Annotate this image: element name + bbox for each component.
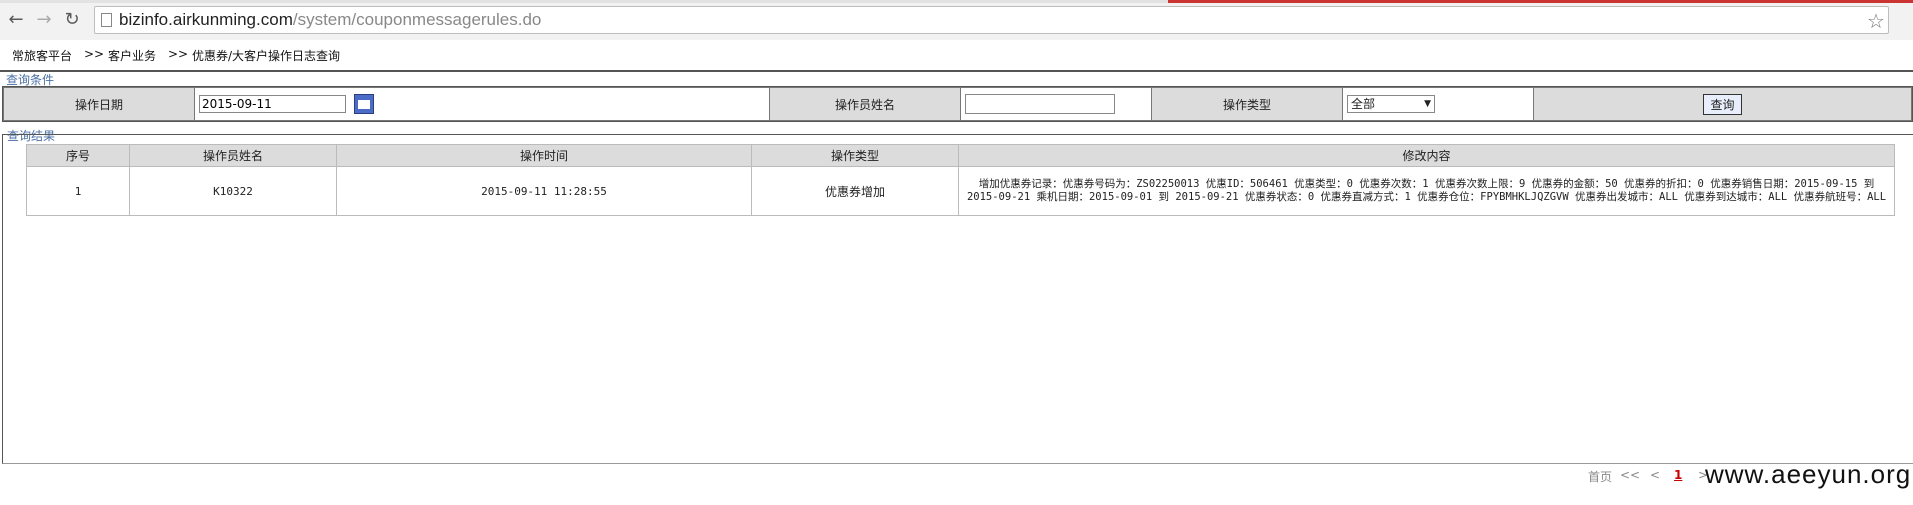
url-path: /system/couponmessagerules.do [292,10,542,29]
search-cell: 查询 [1533,87,1912,121]
watermark-text: www.aeeyun.org [1705,459,1912,489]
query-form: 操作日期 操作员姓名 操作类型 全部 ▼ 查询 [2,86,1913,122]
cell-type: 优惠券增加 [751,166,959,216]
query-table: 操作日期 操作员姓名 操作类型 全部 ▼ 查询 [3,87,1912,121]
date-label: 操作日期 [3,87,195,121]
operator-cell [960,87,1152,121]
results-table: 序号 操作员姓名 操作时间 操作类型 修改内容 1 K10322 2015-09… [26,144,1895,216]
operation-type-select[interactable]: 全部 ▼ [1347,95,1435,113]
operator-name-input[interactable] [965,94,1115,114]
col-header-content: 修改内容 [958,144,1895,167]
tab-strip [0,0,1913,3]
date-cell [194,87,770,121]
active-tab-indicator [1168,0,1913,3]
breadcrumb-item-platform[interactable]: 常旅客平台 [12,47,72,64]
reload-icon[interactable]: ↻ [60,8,84,32]
prev-page-link[interactable]: < [1650,468,1660,482]
bookmark-star-icon[interactable]: ☆ [1864,9,1888,33]
cell-content: 增加优惠券记录：优惠券号码为：ZS02250013 优惠ID：506461 优惠… [958,166,1895,216]
operator-label: 操作员姓名 [769,87,961,121]
page-icon [101,13,112,27]
back-arrow-icon[interactable]: ← [4,8,28,32]
type-label: 操作类型 [1151,87,1343,121]
date-input[interactable] [199,94,346,113]
table-header-row: 序号 操作员姓名 操作时间 操作类型 修改内容 [26,144,1895,167]
breadcrumb-separator: >> [84,47,105,61]
calendar-icon[interactable] [353,94,374,114]
forward-arrow-icon[interactable]: → [32,8,56,32]
cell-index: 1 [26,166,130,216]
col-header-index: 序号 [26,144,130,167]
col-header-time: 操作时间 [336,144,752,167]
chevron-down-icon: ▼ [1424,99,1431,109]
url-host: bizinfo.airkunming.com [119,10,293,29]
breadcrumb-separator: >> [168,47,189,61]
type-cell: 全部 ▼ [1342,87,1534,121]
search-button[interactable]: 查询 [1703,93,1742,115]
browser-toolbar: ← → ↻ bizinfo.airkunming.com/system/coup… [0,0,1913,41]
cell-time: 2015-09-11 11:28:55 [336,166,752,216]
breadcrumb: 常旅客平台 >> 客户业务 >> 优惠券/大客户操作日志查询 [0,40,1913,72]
address-bar[interactable]: bizinfo.airkunming.com/system/couponmess… [94,6,1889,34]
col-header-type: 操作类型 [751,144,959,167]
breadcrumb-item-log-query: 优惠券/大客户操作日志查询 [192,49,341,63]
breadcrumb-item-business[interactable]: 客户业务 [108,47,156,64]
select-value: 全部 [1351,97,1376,111]
col-header-operator: 操作员姓名 [129,144,337,167]
first-page-link[interactable]: 首页 [1588,468,1612,485]
prev-block-link[interactable]: << [1620,468,1640,482]
cell-operator: K10322 [129,166,337,216]
url-text[interactable]: bizinfo.airkunming.com/system/couponmess… [119,10,541,30]
current-page-number[interactable]: 1 [1674,468,1682,482]
table-row: 1 K10322 2015-09-11 11:28:55 优惠券增加 增加优惠券… [26,166,1895,216]
